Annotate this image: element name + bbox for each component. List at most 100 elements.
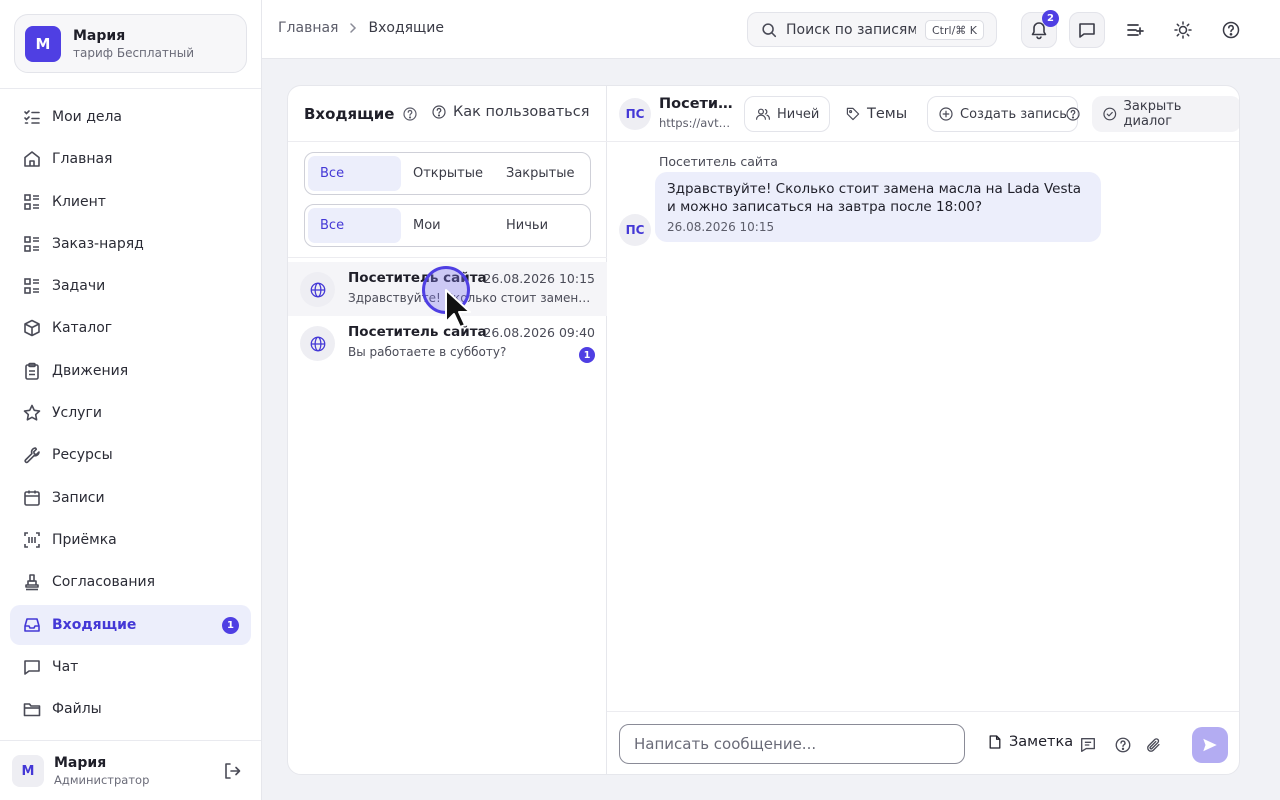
create-appointment-label: Создать запись bbox=[960, 106, 1067, 122]
sidebar-item-label: Каталог bbox=[52, 320, 113, 337]
note-button[interactable]: Заметка bbox=[987, 734, 1073, 750]
chat-pane: ПС Посетитель сайта https://avtoservis.r… bbox=[607, 86, 1239, 774]
sidebar-item-catalog[interactable]: Каталог bbox=[10, 308, 251, 348]
assign-owner-button[interactable]: Ничей bbox=[744, 96, 831, 132]
checklist-icon bbox=[24, 110, 40, 124]
messages-button[interactable] bbox=[1069, 12, 1105, 48]
home-icon bbox=[24, 151, 40, 168]
unread-badge: 1 bbox=[579, 347, 595, 363]
sidebar-item-client[interactable]: Клиент bbox=[10, 182, 251, 222]
logout-icon[interactable] bbox=[222, 761, 242, 781]
sidebar-item-appointments[interactable]: Записи bbox=[10, 478, 251, 518]
conversation-preview: Здравствуйте! Сколько стоит замена масла… bbox=[348, 291, 596, 305]
calendar-icon bbox=[24, 490, 40, 506]
account-plan: тариф Бесплатный bbox=[73, 45, 195, 60]
filter-owner-mine[interactable]: Мои bbox=[401, 208, 494, 243]
tag-icon bbox=[846, 107, 860, 121]
sidebar-item-work-order[interactable]: Заказ-наряд bbox=[10, 224, 251, 264]
breadcrumb: Главная Входящие bbox=[278, 20, 444, 36]
sidebar-item-services[interactable]: Услуги bbox=[10, 393, 251, 433]
star-icon bbox=[23, 404, 41, 421]
search-input[interactable]: Поиск по записям Ctrl/⌘ K bbox=[747, 12, 997, 47]
list-add-icon bbox=[1127, 24, 1144, 36]
inbox-card: Входящие Как пользоваться Все Открытые З… bbox=[287, 85, 1240, 775]
status-filter: Все Открытые Закрытые bbox=[304, 152, 591, 195]
sidebar-item-tasks[interactable]: Задачи bbox=[10, 266, 251, 306]
theme-toggle-button[interactable] bbox=[1165, 12, 1201, 48]
help-icon[interactable] bbox=[402, 106, 418, 122]
account-name: Мария bbox=[73, 27, 126, 44]
howto-link[interactable]: Как пользоваться bbox=[431, 104, 589, 120]
sidebar-item-label: Входящие bbox=[52, 616, 137, 633]
template-icon[interactable] bbox=[1079, 736, 1097, 754]
chat-icon bbox=[24, 660, 40, 675]
sidebar-item-label: Согласования bbox=[52, 574, 155, 591]
sidebar-item-label: Мои дела bbox=[52, 109, 123, 125]
search-icon bbox=[762, 22, 777, 37]
topics-button[interactable]: Темы bbox=[835, 96, 917, 132]
wrench-icon bbox=[24, 447, 40, 464]
help-icon[interactable] bbox=[1114, 736, 1132, 754]
help-icon bbox=[1222, 21, 1240, 39]
conversation-preview: Вы работаете в субботу? bbox=[348, 345, 507, 359]
howto-label: Как пользоваться bbox=[453, 104, 590, 120]
message-text: Здравствуйте! Сколько стоит замена масла… bbox=[667, 181, 1082, 215]
help-button[interactable] bbox=[1213, 12, 1249, 48]
globe-icon bbox=[300, 272, 335, 307]
close-dialog-label: Закрыть диалог bbox=[1123, 99, 1182, 129]
chat-header: ПС Посетитель сайта https://avtoservis.r… bbox=[607, 86, 1239, 142]
check-circle-icon bbox=[1103, 107, 1117, 121]
page-title: Входящие bbox=[304, 104, 395, 123]
list-icon bbox=[24, 193, 39, 210]
message-sender: Посетитель сайта bbox=[659, 154, 778, 169]
sidebar-item-chat[interactable]: Чат bbox=[10, 647, 251, 687]
sidebar-item-files[interactable]: Файлы bbox=[10, 689, 251, 729]
create-appointment-button[interactable]: Создать запись bbox=[927, 96, 1078, 132]
sidebar-item-label: Чат bbox=[52, 658, 79, 675]
filter-owner-all[interactable]: Все bbox=[308, 208, 401, 243]
list-icon bbox=[24, 278, 39, 294]
sidebar-item-label: Ресурсы bbox=[52, 447, 113, 464]
note-label: Заметка bbox=[1009, 734, 1074, 750]
assign-owner-label: Ничей bbox=[777, 106, 820, 122]
sidebar-item-intake[interactable]: Приёмка bbox=[10, 520, 251, 560]
message-bubble: Здравствуйте! Сколько стоит замена масла… bbox=[655, 172, 1101, 242]
sidebar-item-label: Главная bbox=[52, 151, 113, 168]
help-icon[interactable] bbox=[1065, 106, 1081, 122]
users-icon bbox=[756, 108, 770, 120]
inbox-unread-badge: 1 bbox=[222, 616, 239, 634]
account-switcher[interactable]: М Мария тариф Бесплатный bbox=[14, 14, 247, 73]
send-button[interactable] bbox=[1192, 727, 1228, 763]
sidebar-item-approvals[interactable]: Согласования bbox=[10, 562, 251, 602]
sidebar-item-movements[interactable]: Движения bbox=[10, 351, 251, 391]
note-icon bbox=[989, 735, 1001, 749]
help-icon bbox=[432, 105, 446, 119]
breadcrumb-home-link[interactable]: Главная bbox=[278, 20, 338, 36]
avatar: ПС bbox=[619, 214, 651, 246]
message-composer: Написать сообщение... Заметка bbox=[607, 711, 1239, 774]
paperclip-icon[interactable] bbox=[1145, 736, 1163, 754]
filter-closed[interactable]: Закрытые bbox=[494, 156, 587, 191]
close-dialog-button[interactable]: Закрыть диалог bbox=[1092, 96, 1239, 132]
user-profile[interactable]: М Мария Администратор bbox=[12, 753, 252, 789]
filter-all[interactable]: Все bbox=[308, 156, 401, 191]
notifications-button[interactable]: 2 bbox=[1021, 10, 1059, 48]
sidebar-item-label: Файлы bbox=[52, 701, 102, 718]
folder-icon bbox=[23, 703, 41, 717]
sidebar-divider bbox=[0, 88, 261, 89]
sidebar-item-my-tasks[interactable]: Мои дела bbox=[10, 97, 251, 137]
box-icon bbox=[24, 320, 40, 337]
sidebar-item-label: Заказ-наряд bbox=[52, 235, 144, 252]
add-list-button[interactable] bbox=[1117, 12, 1153, 48]
sidebar-item-home[interactable]: Главная bbox=[10, 139, 251, 179]
list-icon bbox=[24, 236, 39, 252]
sidebar-item-resources[interactable]: Ресурсы bbox=[10, 435, 251, 475]
sidebar-item-inbox[interactable]: Входящие 1 bbox=[10, 604, 251, 645]
filter-open[interactable]: Открытые bbox=[401, 156, 494, 191]
message-input[interactable]: Написать сообщение... bbox=[619, 724, 965, 764]
breadcrumb-current: Входящие bbox=[368, 20, 444, 36]
conversation-time: 26.08.2026 10:15 bbox=[483, 271, 595, 286]
sidebar: М Мария тариф Бесплатный Мои дела Главна… bbox=[0, 0, 262, 800]
clipboard-icon bbox=[25, 362, 39, 380]
filter-owner-unassigned[interactable]: Ничьи bbox=[494, 208, 587, 243]
